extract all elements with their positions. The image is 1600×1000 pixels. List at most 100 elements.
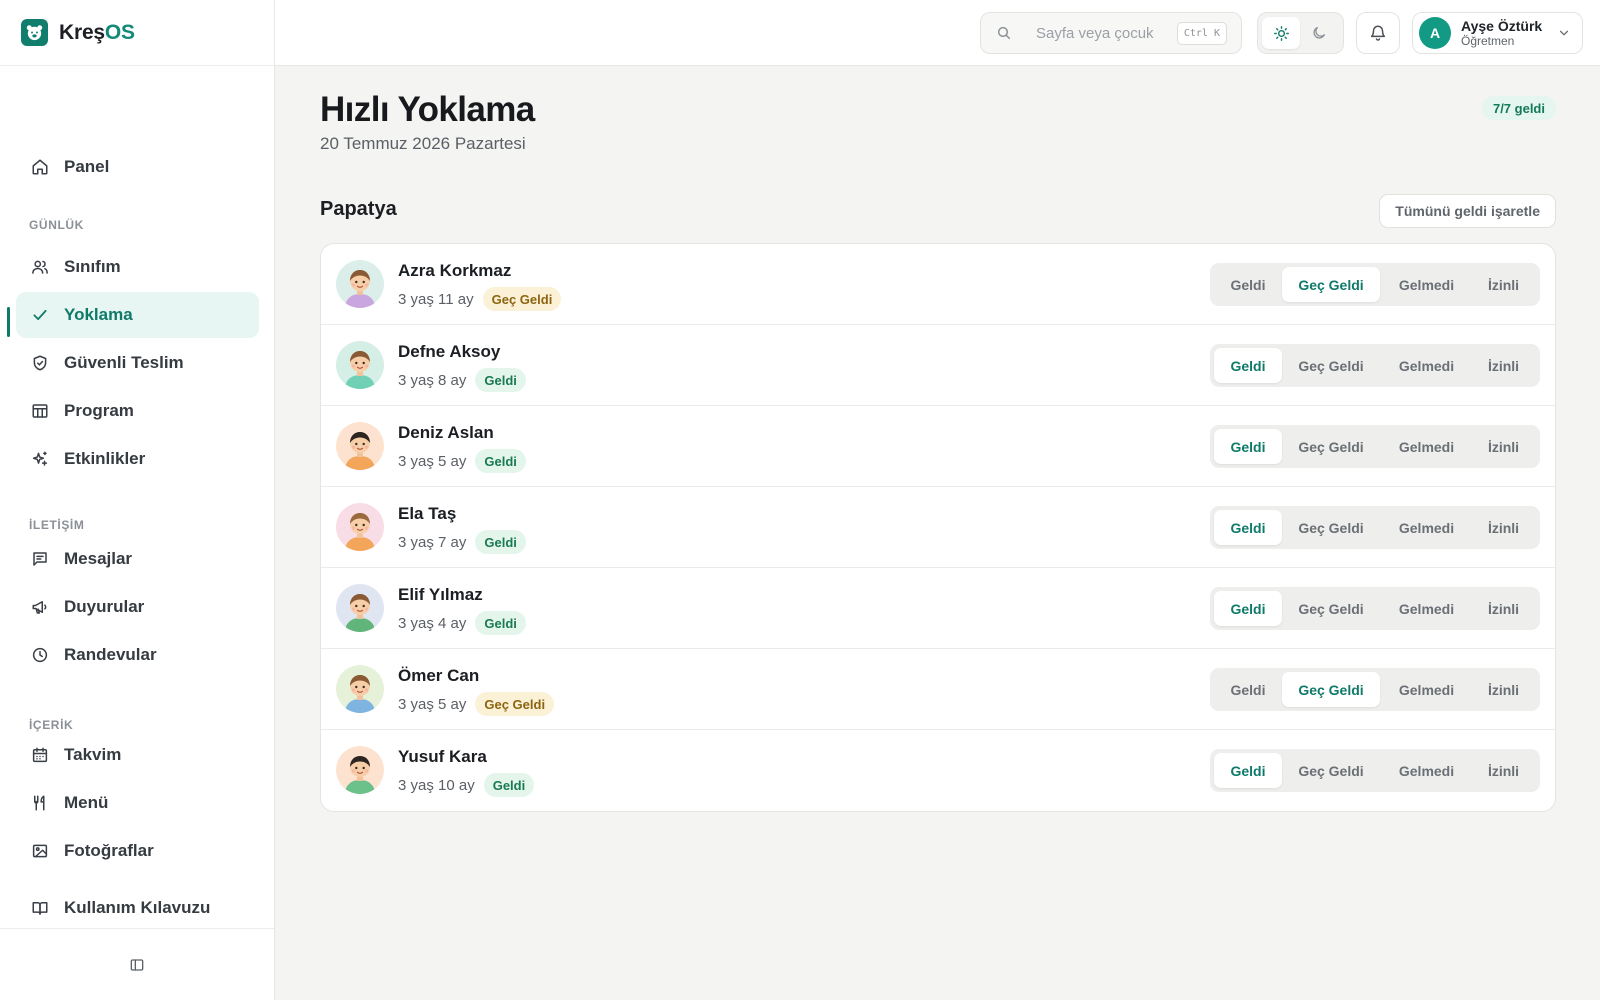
utensils-icon (30, 793, 50, 813)
page-date: 20 Temmuz 2026 Pazartesi (320, 134, 526, 153)
child-avatar (336, 746, 384, 794)
sidebar-toggle-icon[interactable] (129, 957, 145, 973)
status-option-geldi[interactable]: Geldi (1214, 753, 1282, 788)
sidebar-item-guvenli-teslim[interactable]: Güvenli Teslim (16, 340, 259, 386)
status-badge: Geldi (483, 773, 535, 797)
status-option-gelmedi[interactable]: Gelmedi (1380, 267, 1473, 302)
status-option-gec-geldi[interactable]: Geç Geldi (1282, 672, 1380, 707)
child-name: Ela Taş (398, 504, 457, 523)
status-option-izinli[interactable]: İzinli (1473, 267, 1534, 302)
child-meta: 3 yaş 5 ay Geç Geldi (398, 692, 555, 716)
bear-logo-icon (21, 19, 48, 46)
status-option-gec-geldi[interactable]: Geç Geldi (1282, 348, 1380, 383)
sidebar-item-menu[interactable]: Menü (16, 780, 259, 826)
status-option-izinli[interactable]: İzinli (1473, 672, 1534, 707)
status-option-gec-geldi[interactable]: Geç Geldi (1282, 753, 1380, 788)
user-info: Ayşe Öztürk Öğretmen (1461, 18, 1542, 48)
sidebar-item-yoklama[interactable]: Yoklama (16, 292, 259, 338)
status-option-geldi[interactable]: Geldi (1214, 429, 1282, 464)
user-menu[interactable]: A Ayşe Öztürk Öğretmen (1412, 12, 1583, 54)
sidebar-item-sinifim[interactable]: Sınıfım (16, 244, 259, 290)
status-option-gelmedi[interactable]: Gelmedi (1380, 672, 1473, 707)
topbar: Sayfa veya çocuk Ctrl K A Ayşe Öztürk Öğ… (275, 0, 1600, 66)
sidebar-item-label: Fotoğraflar (64, 841, 154, 860)
status-badge: Geç Geldi (482, 287, 562, 311)
sun-icon[interactable] (1262, 17, 1300, 49)
attendance-summary-badge: 7/7 geldi (1481, 96, 1556, 120)
status-option-izinli[interactable]: İzinli (1473, 591, 1534, 626)
status-option-geldi[interactable]: Geldi (1214, 348, 1282, 383)
search-icon (996, 25, 1012, 41)
status-option-izinli[interactable]: İzinli (1473, 429, 1534, 464)
search-placeholder: Sayfa veya çocuk (1036, 24, 1154, 42)
sidebar-item-etkinlikler[interactable]: Etkinlikler (16, 436, 259, 482)
sidebar-item-label: Güvenli Teslim (64, 353, 184, 372)
status-option-gelmedi[interactable]: Gelmedi (1380, 753, 1473, 788)
sidebar-item-fotograflar[interactable]: Fotoğraflar (16, 828, 259, 874)
sidebar-item-mesajlar[interactable]: Mesajlar (16, 536, 259, 582)
status-option-gec-geldi[interactable]: Geç Geldi (1282, 267, 1380, 302)
sidebar-item-label: Takvim (64, 745, 122, 764)
sidebar-item-takvim[interactable]: Takvim (16, 732, 259, 778)
child-age: 3 yaş 7 ay (398, 533, 467, 551)
attendance-row: Elif Yılmaz 3 yaş 4 ay Geldi Geldi Geç G… (321, 568, 1555, 649)
status-option-geldi[interactable]: Geldi (1214, 267, 1282, 302)
status-option-gec-geldi[interactable]: Geç Geldi (1282, 429, 1380, 464)
status-badge: Geldi (475, 368, 526, 392)
child-name: Defne Aksoy (398, 342, 501, 361)
status-option-geldi[interactable]: Geldi (1214, 591, 1282, 626)
status-option-izinli[interactable]: İzinli (1473, 510, 1534, 545)
status-option-geldi[interactable]: Geldi (1214, 510, 1282, 545)
moon-icon[interactable] (1300, 17, 1338, 49)
sidebar-item-kilavuz[interactable]: Kullanım Kılavuzu (16, 885, 259, 931)
status-badge: Geldi (475, 530, 526, 554)
sidebar-item-randevular[interactable]: Randevular (16, 632, 259, 678)
sidebar-item-duyurular[interactable]: Duyurular (16, 584, 259, 630)
status-option-gelmedi[interactable]: Gelmedi (1380, 591, 1473, 626)
notifications-button[interactable] (1356, 12, 1400, 54)
child-avatar (336, 584, 384, 632)
search-shortcut: Ctrl K (1176, 22, 1227, 45)
sidebar-item-label: Randevular (64, 645, 157, 664)
attendance-row: Ömer Can 3 yaş 5 ay Geç Geldi Geldi Geç … (321, 649, 1555, 730)
child-name: Yusuf Kara (398, 747, 487, 766)
child-avatar (336, 422, 384, 470)
attendance-status-selector: Geldi Geç Geldi Gelmedi İzinli (1210, 263, 1540, 306)
active-indicator (7, 307, 10, 337)
child-meta: 3 yaş 8 ay Geldi (398, 368, 526, 392)
attendance-status-selector: Geldi Geç Geldi Gelmedi İzinli (1210, 749, 1540, 792)
child-age: 3 yaş 10 ay (398, 776, 475, 794)
child-avatar (336, 665, 384, 713)
attendance-row: Yusuf Kara 3 yaş 10 ay Geldi Geldi Geç G… (321, 730, 1555, 811)
sidebar-item-program[interactable]: Program (16, 388, 259, 434)
users-icon (30, 257, 50, 277)
child-avatar (336, 260, 384, 308)
section-label-iletisim: İLETİŞİM (29, 518, 85, 532)
user-role: Öğretmen (1461, 34, 1515, 48)
mark-all-present-button[interactable]: Tümünü geldi işaretle (1379, 194, 1556, 228)
sidebar: KreşOS Panel GÜNLÜK Sınıfım Yoklama Güve… (0, 0, 275, 1000)
child-meta: 3 yaş 4 ay Geldi (398, 611, 526, 635)
status-option-gelmedi[interactable]: Gelmedi (1380, 429, 1473, 464)
sidebar-item-label: Panel (64, 157, 110, 176)
status-option-gelmedi[interactable]: Gelmedi (1380, 510, 1473, 545)
brand[interactable]: KreşOS (0, 0, 274, 66)
sidebar-footer (0, 928, 274, 1000)
status-option-gelmedi[interactable]: Gelmedi (1380, 348, 1473, 383)
status-option-gec-geldi[interactable]: Geç Geldi (1282, 510, 1380, 545)
attendance-list: Azra Korkmaz 3 yaş 11 ay Geç Geldi Geldi… (320, 243, 1556, 812)
status-option-izinli[interactable]: İzinli (1473, 753, 1534, 788)
child-avatar (336, 503, 384, 551)
status-option-geldi[interactable]: Geldi (1214, 672, 1282, 707)
search-input[interactable]: Sayfa veya çocuk Ctrl K (980, 12, 1242, 54)
attendance-row: Ela Taş 3 yaş 7 ay Geldi Geldi Geç Geldi… (321, 487, 1555, 568)
status-option-izinli[interactable]: İzinli (1473, 348, 1534, 383)
attendance-status-selector: Geldi Geç Geldi Gelmedi İzinli (1210, 344, 1540, 387)
status-badge: Geldi (475, 449, 526, 473)
status-badge: Geldi (475, 611, 526, 635)
sidebar-item-panel[interactable]: Panel (16, 144, 259, 190)
child-age: 3 yaş 4 ay (398, 614, 467, 632)
status-option-gec-geldi[interactable]: Geç Geldi (1282, 591, 1380, 626)
avatar: A (1419, 17, 1451, 49)
child-age: 3 yaş 5 ay (398, 452, 467, 470)
